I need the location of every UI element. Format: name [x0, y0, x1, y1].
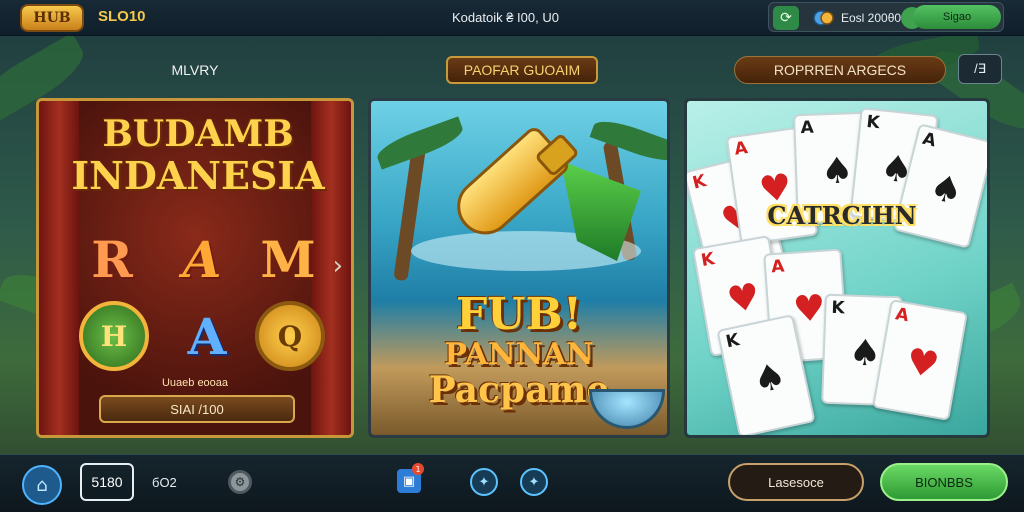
card-suit: ♥	[724, 275, 764, 322]
sign-in-button[interactable]: Sigao	[913, 5, 1001, 29]
header-center-text: Kodatoik ₴ I00, U0	[452, 10, 559, 25]
balance-box[interactable]: 5180	[80, 463, 134, 501]
card-rank: K	[699, 249, 717, 272]
card-rank: K	[724, 330, 742, 353]
card-rank: A	[893, 304, 911, 327]
card-rank: A	[770, 256, 786, 278]
brand-name: SLO10	[98, 8, 146, 25]
card-rank: K	[690, 171, 709, 194]
slot-symbol: Q	[255, 301, 325, 371]
slot-bet-plate[interactable]: SIAI /100	[99, 395, 295, 423]
slot-title-line1: BUDAMB	[102, 113, 294, 155]
bottom-bar: ⌂ 5180 бO2 ⚙ ▣ 1 ✦ ✦ Lasesoce BIONBBS	[0, 454, 1024, 512]
palm-frond	[589, 114, 667, 168]
slot-title-line2: INDANESIA	[71, 153, 325, 198]
fish-title-line1: FUB!	[455, 289, 583, 340]
card-suit: ♠	[848, 332, 882, 375]
language-button[interactable]: Lasesoce	[728, 463, 864, 501]
primary-action-button[interactable]: BIONBBS	[880, 463, 1008, 501]
fish-title-line2: PANNAN	[444, 337, 594, 372]
card-suit: ♥	[791, 287, 827, 331]
slot-caption: Uuaeb eooaa	[161, 377, 229, 389]
compass-icon[interactable]: ✦	[520, 468, 548, 496]
cards-game-title: CATRCIHN	[767, 201, 917, 230]
card-rank: A	[733, 138, 750, 160]
card-suit: ♠	[820, 150, 855, 193]
slot-symbol: M	[260, 229, 316, 289]
wallet-balance: Eosl 200θ0	[841, 11, 902, 25]
logo[interactable]: HUB	[20, 4, 84, 32]
card-rank: A	[920, 128, 939, 152]
slot-symbol: H	[79, 301, 149, 371]
slot-symbol: A	[182, 229, 222, 289]
notification-badge: 1	[412, 463, 424, 475]
card-rank: A	[800, 117, 815, 139]
card-suit: ♠	[749, 355, 790, 403]
game-card-cards[interactable]: K ♥ A ♥ A ♠ K ♠ A ♠ CATRCIHN K ♥ A ♥ K ♠…	[684, 98, 990, 438]
small-value: бO2	[152, 475, 177, 490]
card-suit: ♠	[925, 166, 967, 214]
wallet-icon[interactable]: ⟳	[773, 6, 799, 30]
card-rank: K	[865, 111, 881, 134]
coin-icon	[813, 10, 834, 26]
card-rank: K	[831, 297, 845, 319]
card-suit: ♥	[903, 341, 942, 387]
chevron-right-icon[interactable]: ›	[333, 251, 343, 281]
section-label-right[interactable]: ROPRREN ARGECS	[734, 56, 946, 84]
home-icon[interactable]: ⌂	[22, 465, 62, 505]
section-label-middle[interactable]: PAOFAR GUOAIM	[446, 56, 598, 84]
slot-symbol: R	[91, 229, 133, 289]
water-bowl-art	[589, 389, 665, 429]
section-label-left[interactable]: MLVRY	[150, 56, 240, 84]
top-bar: HUB SLO10 Kodatoik ₴ I00, U0 ⟳ Eosl 200θ…	[0, 0, 1024, 36]
compass-icon[interactable]: ✦	[470, 468, 498, 496]
section-extra-button[interactable]: /∃	[958, 54, 1002, 84]
game-card-fishing[interactable]: FUB! PANNAN Pacpame	[368, 98, 670, 438]
settings-icon[interactable]: ⚙	[228, 470, 252, 494]
game-card-slot[interactable]: BUDAMB INDANESIA R A M H A Q › Uuaeb eoo…	[36, 98, 354, 438]
slot-symbol: A	[187, 306, 227, 366]
wallet-panel: ⟳ Eosl 200θ0 Sigao	[768, 2, 1004, 32]
